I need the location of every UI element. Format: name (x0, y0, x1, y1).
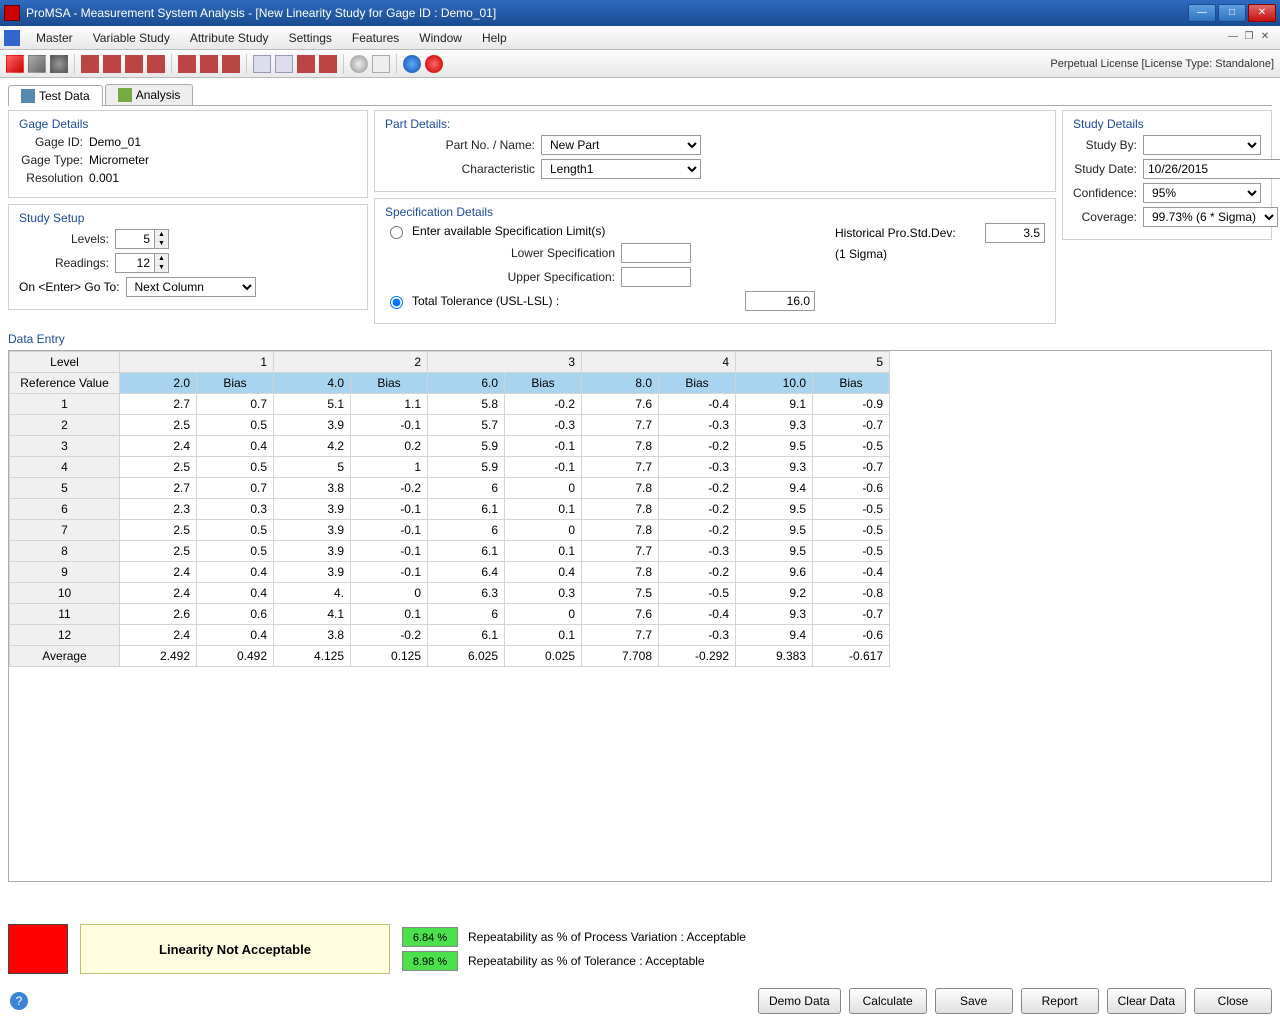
menu-settings[interactable]: Settings (279, 31, 342, 45)
app-menu-icon (4, 30, 20, 46)
linearity-status: Linearity Not Acceptable (80, 924, 390, 974)
spec-limits-radio[interactable] (390, 226, 403, 239)
menu-master[interactable]: Master (26, 31, 83, 45)
toolbar-chart3-icon[interactable] (125, 55, 143, 73)
gage-id-value: Demo_01 (89, 135, 141, 149)
toolbar-grid2-icon[interactable] (275, 55, 293, 73)
title-bar: ProMSA - Measurement System Analysis - [… (0, 0, 1280, 26)
characteristic-select[interactable]: Length1 (541, 159, 701, 179)
toolbar-chart7-icon[interactable] (222, 55, 240, 73)
specification-details-group: Specification Details Enter available Sp… (374, 198, 1056, 324)
tab-strip: Test Data Analysis (8, 84, 1272, 106)
study-setup-group: Study Setup Levels: ▲▼ Readings: ▲▼ On <… (8, 204, 368, 310)
grid-icon (21, 89, 35, 103)
menu-help[interactable]: Help (472, 31, 517, 45)
lower-spec-input[interactable] (621, 243, 691, 263)
menu-bar: Master Variable Study Attribute Study Se… (0, 26, 1280, 50)
toolbar-brush-icon[interactable] (28, 55, 46, 73)
gage-details-group: Gage Details Gage ID:Demo_01 Gage Type:M… (8, 110, 368, 198)
repeatability-tol-pct: 8.98 % (402, 951, 458, 971)
mdi-minimize-icon[interactable]: — (1226, 31, 1240, 45)
help-icon[interactable]: ? (10, 992, 28, 1010)
repeatability-pv-pct: 6.84 % (402, 927, 458, 947)
maximize-button[interactable]: □ (1218, 4, 1246, 22)
confidence-select[interactable]: 95% (1143, 183, 1261, 203)
study-by-select[interactable] (1143, 135, 1261, 155)
readings-spinner[interactable]: ▲▼ (155, 253, 169, 273)
clear-data-button[interactable]: Clear Data (1107, 988, 1186, 1014)
toolbar-stop-icon[interactable] (425, 55, 443, 73)
data-entry-grid[interactable]: Level12345Reference Value2.0Bias4.0Bias6… (8, 350, 1272, 882)
toolbar-chart9-icon[interactable] (319, 55, 337, 73)
toolbar-chart1-icon[interactable] (81, 55, 99, 73)
upper-spec-input[interactable] (621, 267, 691, 287)
readings-input[interactable] (115, 253, 155, 273)
tab-test-data[interactable]: Test Data (8, 85, 103, 106)
save-button[interactable]: Save (935, 988, 1013, 1014)
toolbar: Perpetual License [License Type: Standal… (0, 50, 1280, 78)
toolbar-help-icon[interactable] (403, 55, 421, 73)
toolbar-chart6-icon[interactable] (200, 55, 218, 73)
status-color-indicator (8, 924, 68, 974)
data-entry-label: Data Entry (8, 332, 1272, 346)
menu-window[interactable]: Window (409, 31, 472, 45)
toolbar-clock-icon[interactable] (350, 55, 368, 73)
calculate-button[interactable]: Calculate (849, 988, 927, 1014)
close-button[interactable]: Close (1194, 988, 1272, 1014)
close-window-button[interactable]: ✕ (1248, 4, 1276, 22)
levels-spinner[interactable]: ▲▼ (155, 229, 169, 249)
levels-input[interactable] (115, 229, 155, 249)
part-no-select[interactable]: New Part (541, 135, 701, 155)
chart-icon (118, 88, 132, 102)
coverage-select[interactable]: 99.73% (6 * Sigma) (1143, 207, 1278, 227)
on-enter-select[interactable]: Next Column (126, 277, 256, 297)
toolbar-chart2-icon[interactable] (103, 55, 121, 73)
menu-attribute-study[interactable]: Attribute Study (180, 31, 279, 45)
tolerance-input[interactable] (745, 291, 815, 311)
toolbar-chart8-icon[interactable] (297, 55, 315, 73)
toolbar-calendar-icon[interactable] (372, 55, 390, 73)
toolbar-chart4-icon[interactable] (147, 55, 165, 73)
gage-type-value: Micrometer (89, 153, 149, 167)
repeatability-tol-text: Repeatability as % of Tolerance : Accept… (468, 954, 705, 968)
toolbar-grid1-icon[interactable] (253, 55, 271, 73)
tab-analysis[interactable]: Analysis (105, 84, 194, 105)
toolbar-gear-icon[interactable] (50, 55, 68, 73)
mdi-restore-icon[interactable]: ❐ (1242, 31, 1256, 45)
study-details-group: Study Details Study By: Study Date:▾ Con… (1062, 110, 1272, 240)
minimize-button[interactable]: — (1188, 4, 1216, 22)
demo-data-button[interactable]: Demo Data (758, 988, 841, 1014)
gage-resolution-value: 0.001 (89, 171, 119, 185)
toolbar-wand-icon[interactable] (6, 55, 24, 73)
repeatability-pv-text: Repeatability as % of Process Variation … (468, 930, 746, 944)
window-title: ProMSA - Measurement System Analysis - [… (26, 6, 1188, 20)
app-icon (4, 5, 20, 21)
hist-stddev-input[interactable] (985, 223, 1045, 243)
mdi-close-icon[interactable]: ✕ (1258, 31, 1272, 45)
menu-variable-study[interactable]: Variable Study (83, 31, 180, 45)
toolbar-chart5-icon[interactable] (178, 55, 196, 73)
report-button[interactable]: Report (1021, 988, 1099, 1014)
part-details-group: Part Details: Part No. / Name: New Part … (374, 110, 1056, 192)
total-tolerance-radio[interactable] (390, 296, 403, 309)
menu-features[interactable]: Features (342, 31, 409, 45)
license-label: Perpetual License [License Type: Standal… (1050, 58, 1274, 70)
study-date-input[interactable] (1143, 159, 1280, 179)
